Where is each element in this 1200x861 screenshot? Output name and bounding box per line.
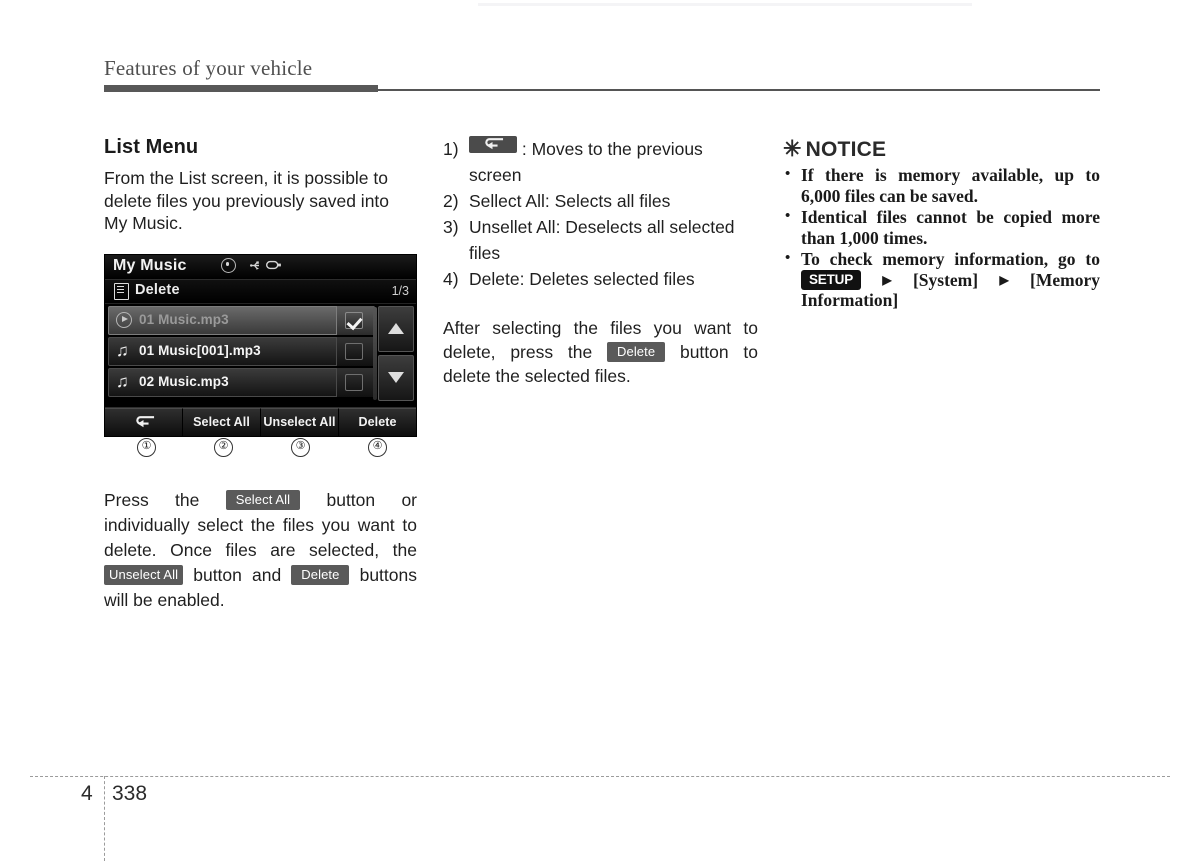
footer-chapter-number: 4 — [81, 782, 93, 805]
list-item-label: 01 Music[001].mp3 — [139, 342, 261, 358]
footer-vertical-divider — [104, 776, 105, 861]
list-menu-icon — [114, 282, 129, 300]
numbered-legend-list: 1) : Moves to the previous screen 2) Sel… — [443, 136, 758, 292]
legend-item-1: 1) : Moves to the previous screen — [443, 136, 758, 188]
column-middle: 1) : Moves to the previous screen 2) Sel… — [443, 136, 758, 406]
triangle-down-icon — [388, 371, 404, 383]
notice-bullet-1: If there is memory available, up to 6,00… — [783, 164, 1100, 206]
legend-number-4: 4) — [443, 269, 459, 289]
callout-numbers: ① ② ③ ④ — [104, 437, 417, 464]
legend-number-2: 2) — [443, 191, 459, 211]
arrow-right-icon-2: ▶ — [981, 272, 1028, 287]
device-status-icons — [221, 257, 282, 273]
arrow-right-icon-1: ▶ — [864, 272, 910, 287]
chip-delete: Delete — [291, 564, 350, 585]
chip-setup: SETUP — [801, 269, 862, 290]
legend-item-3: 3) Unsellet All: Deselects all selected … — [443, 214, 758, 266]
legend-number-1: 1) — [443, 139, 459, 159]
callout-2: ② — [214, 437, 233, 457]
triangle-up-icon — [388, 322, 404, 334]
device-title-bar: My Music — [105, 254, 416, 280]
notice-bullet-2: Identical files cannot be copied more th… — [783, 206, 1100, 248]
column-left: List Menu From the List screen, it is po… — [104, 136, 417, 613]
legend-item-4: 4) Delete: Deletes selected files — [443, 266, 758, 292]
scan-artifact-line — [478, 3, 972, 6]
notice-bullet-3: To check memory information, go to SETUP… — [783, 248, 1100, 311]
footer-divider — [30, 776, 1170, 777]
music-note-icon: ♫ — [116, 371, 129, 391]
legend-number-3: 3) — [443, 217, 459, 237]
unselect-all-button[interactable]: Unselect All — [261, 407, 339, 436]
list-item-checkbox-cell[interactable] — [336, 336, 374, 366]
scroll-up-button[interactable] — [378, 305, 414, 352]
notice-bullet-list: If there is memory available, up to 6,00… — [783, 164, 1100, 311]
legend-item-2: 2) Sellect All: Selects all files — [443, 188, 758, 214]
header-rule-thick — [104, 85, 378, 92]
device-submenu-bar: Delete 1/3 — [105, 279, 416, 304]
checkbox-unchecked[interactable] — [345, 342, 363, 360]
footer-page-number: 338 — [112, 782, 148, 805]
scroll-buttons — [378, 305, 414, 401]
back-arrow-icon — [133, 415, 155, 429]
legend-text-2: Sellect All: Selects all files — [469, 191, 671, 211]
music-note-icon: ♫ — [116, 340, 129, 360]
device-screenshot: My Music Delete 1/3 01 Music.mp3 ♫ 01 Mu… — [104, 253, 417, 437]
header-rule-thin — [378, 89, 1100, 91]
select-all-button[interactable]: Select All — [183, 407, 261, 436]
usb-icon — [250, 260, 282, 271]
notice-title: NOTICE — [805, 138, 887, 161]
device-submenu-label: Delete — [135, 281, 180, 298]
list-item[interactable]: 01 Music.mp3 — [108, 305, 375, 335]
instruction-text-1: Press the — [104, 489, 200, 510]
legend-text-3: Unsellet All: Deselects all selected fil… — [469, 217, 735, 263]
callout-1: ① — [137, 437, 156, 457]
chip-delete: Delete — [607, 342, 666, 362]
list-item-label: 01 Music.mp3 — [139, 311, 229, 327]
legend-text-4: Delete: Deletes selected files — [469, 269, 695, 289]
play-circle-icon — [116, 311, 133, 329]
scrollbar-track[interactable] — [373, 306, 377, 400]
list-item-checkbox-cell[interactable] — [336, 367, 374, 397]
list-item-label: 02 Music.mp3 — [139, 373, 229, 389]
device-page-indicator: 1/3 — [391, 283, 409, 298]
list-item[interactable]: ♫ 02 Music.mp3 — [108, 367, 375, 397]
chip-unselect-all: Unselect All — [104, 564, 184, 585]
device-file-list: 01 Music.mp3 ♫ 01 Music[001].mp3 ♫ 02 Mu… — [105, 303, 416, 407]
scroll-down-button[interactable] — [378, 354, 414, 401]
page-header: Features of your vehicle — [104, 56, 1100, 96]
column-right: ✳NOTICE If there is memory available, up… — [783, 136, 1100, 312]
instruction-paragraph: Press the Select All button or individua… — [104, 488, 417, 613]
instruction-text-3: button and — [193, 564, 282, 585]
list-item-checkbox-cell[interactable] — [336, 305, 374, 335]
asterisk-icon: ✳ — [783, 136, 802, 161]
checkbox-unchecked[interactable] — [345, 373, 363, 391]
checkbox-checked[interactable] — [345, 311, 363, 329]
middle-paragraph: After selecting the files you want to de… — [443, 316, 758, 388]
disc-icon — [221, 257, 236, 273]
back-arrow-icon — [469, 136, 517, 153]
notice-heading: ✳ NOTICE — [783, 136, 1100, 162]
chip-select-all: Select All — [225, 489, 301, 510]
list-item[interactable]: ♫ 01 Music[001].mp3 — [108, 336, 375, 366]
section-intro-text: From the List screen, it is possible to … — [104, 168, 390, 233]
back-button[interactable] — [105, 407, 183, 436]
notice-bullet-3-text-1: To check memory information, go to — [801, 249, 1100, 269]
callout-3: ③ — [291, 437, 310, 457]
page-title: Features of your vehicle — [104, 56, 313, 80]
device-toolbar: Select All Unselect All Delete — [105, 406, 416, 436]
delete-button[interactable]: Delete — [339, 407, 416, 436]
callout-4: ④ — [368, 437, 387, 457]
notice-bullet-3-text-2: [System] — [912, 269, 979, 290]
device-title: My Music — [113, 256, 187, 274]
section-title: List Menu — [104, 136, 199, 158]
